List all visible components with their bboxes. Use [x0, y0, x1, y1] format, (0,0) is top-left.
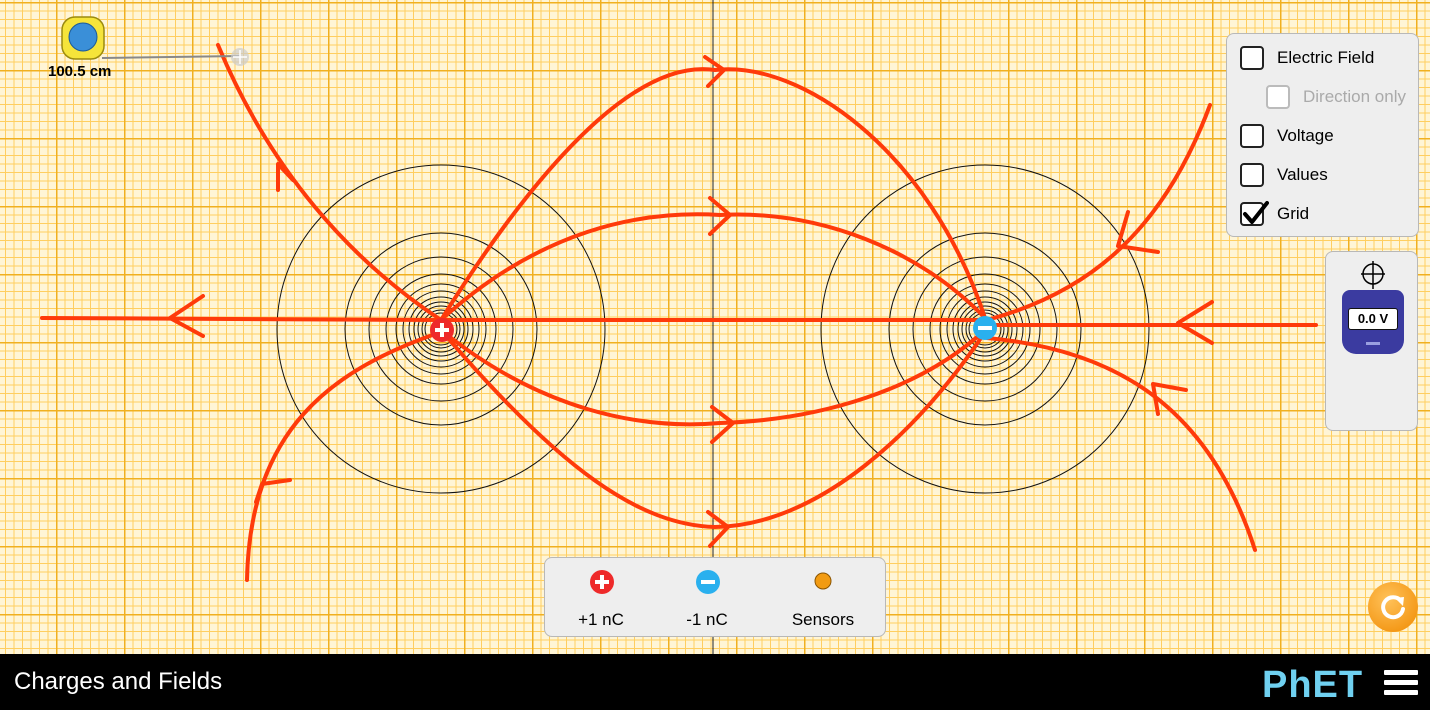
- electric-field-checkbox[interactable]: Electric Field: [1240, 44, 1374, 72]
- reset-all-button[interactable]: [1368, 582, 1418, 632]
- values-label: Values: [1277, 165, 1328, 184]
- sensors-label: Sensors: [791, 610, 855, 629]
- tape-measure-reading: 100.5 cm: [48, 63, 112, 80]
- voltmeter-toolbox: 0.0 V: [1325, 251, 1418, 431]
- checkbox-box[interactable]: [1240, 46, 1264, 70]
- negative-charge-label: -1 nC: [686, 610, 728, 629]
- field-canvas: [40, 0, 1318, 654]
- sensors-source[interactable]: Sensors: [768, 558, 878, 636]
- tape-measure-body[interactable]: [61, 15, 107, 61]
- voltmeter-device[interactable]: 0.0 V: [1342, 290, 1404, 354]
- menu-bar-icon: [1384, 690, 1418, 695]
- negative-charge-source[interactable]: -1 nC: [652, 558, 762, 636]
- direction-only-label: Direction only: [1303, 87, 1406, 106]
- checkbox-box[interactable]: [1240, 124, 1264, 148]
- grid-checkbox[interactable]: Grid: [1240, 200, 1309, 228]
- options-panel: Electric Field Direction only Voltage Va…: [1226, 33, 1419, 237]
- negative-charge[interactable]: [972, 315, 998, 341]
- negative-charge-icon: [696, 570, 720, 594]
- tape-measure-end-handle[interactable]: [229, 46, 251, 68]
- voltmeter-display: 0.0 V: [1348, 308, 1398, 330]
- hamburger-menu-button[interactable]: [1384, 670, 1418, 696]
- voltage-label: Voltage: [1277, 126, 1334, 145]
- menu-bar-icon: [1384, 680, 1418, 685]
- positive-charge-icon: [590, 570, 614, 594]
- app-title: Charges and Fields: [14, 668, 223, 695]
- phet-logo[interactable]: PhET: [1262, 664, 1363, 707]
- checkbox-box: [1266, 85, 1290, 109]
- direction-only-checkbox: Direction only: [1266, 83, 1406, 111]
- navigation-bar: Charges and Fields PhET: [0, 654, 1430, 710]
- voltmeter-slot: [1366, 342, 1380, 345]
- play-area[interactable]: 100.5 cm Electric Field Direction only V…: [0, 0, 1430, 654]
- reset-icon: [1381, 595, 1405, 620]
- voltage-checkbox[interactable]: Voltage: [1240, 122, 1334, 150]
- positive-charge-source[interactable]: +1 nC: [546, 558, 656, 636]
- charges-toolbox: +1 nC -1 nC Sensors: [544, 557, 886, 637]
- crosshair-icon[interactable]: [1360, 260, 1386, 290]
- menu-bar-icon: [1384, 670, 1418, 675]
- field-arrows: [168, 55, 1214, 548]
- grid-label: Grid: [1277, 204, 1310, 223]
- positive-charge[interactable]: [429, 317, 455, 343]
- field-lines: [40, 43, 1318, 582]
- values-checkbox[interactable]: Values: [1240, 161, 1328, 189]
- checkbox-box[interactable]: [1240, 201, 1269, 226]
- sensor-icon: [814, 572, 832, 590]
- checkmark-icon: [1243, 201, 1269, 224]
- checkbox-box[interactable]: [1240, 163, 1264, 187]
- positive-charge-label: +1 nC: [578, 610, 624, 629]
- electric-field-label: Electric Field: [1277, 48, 1375, 67]
